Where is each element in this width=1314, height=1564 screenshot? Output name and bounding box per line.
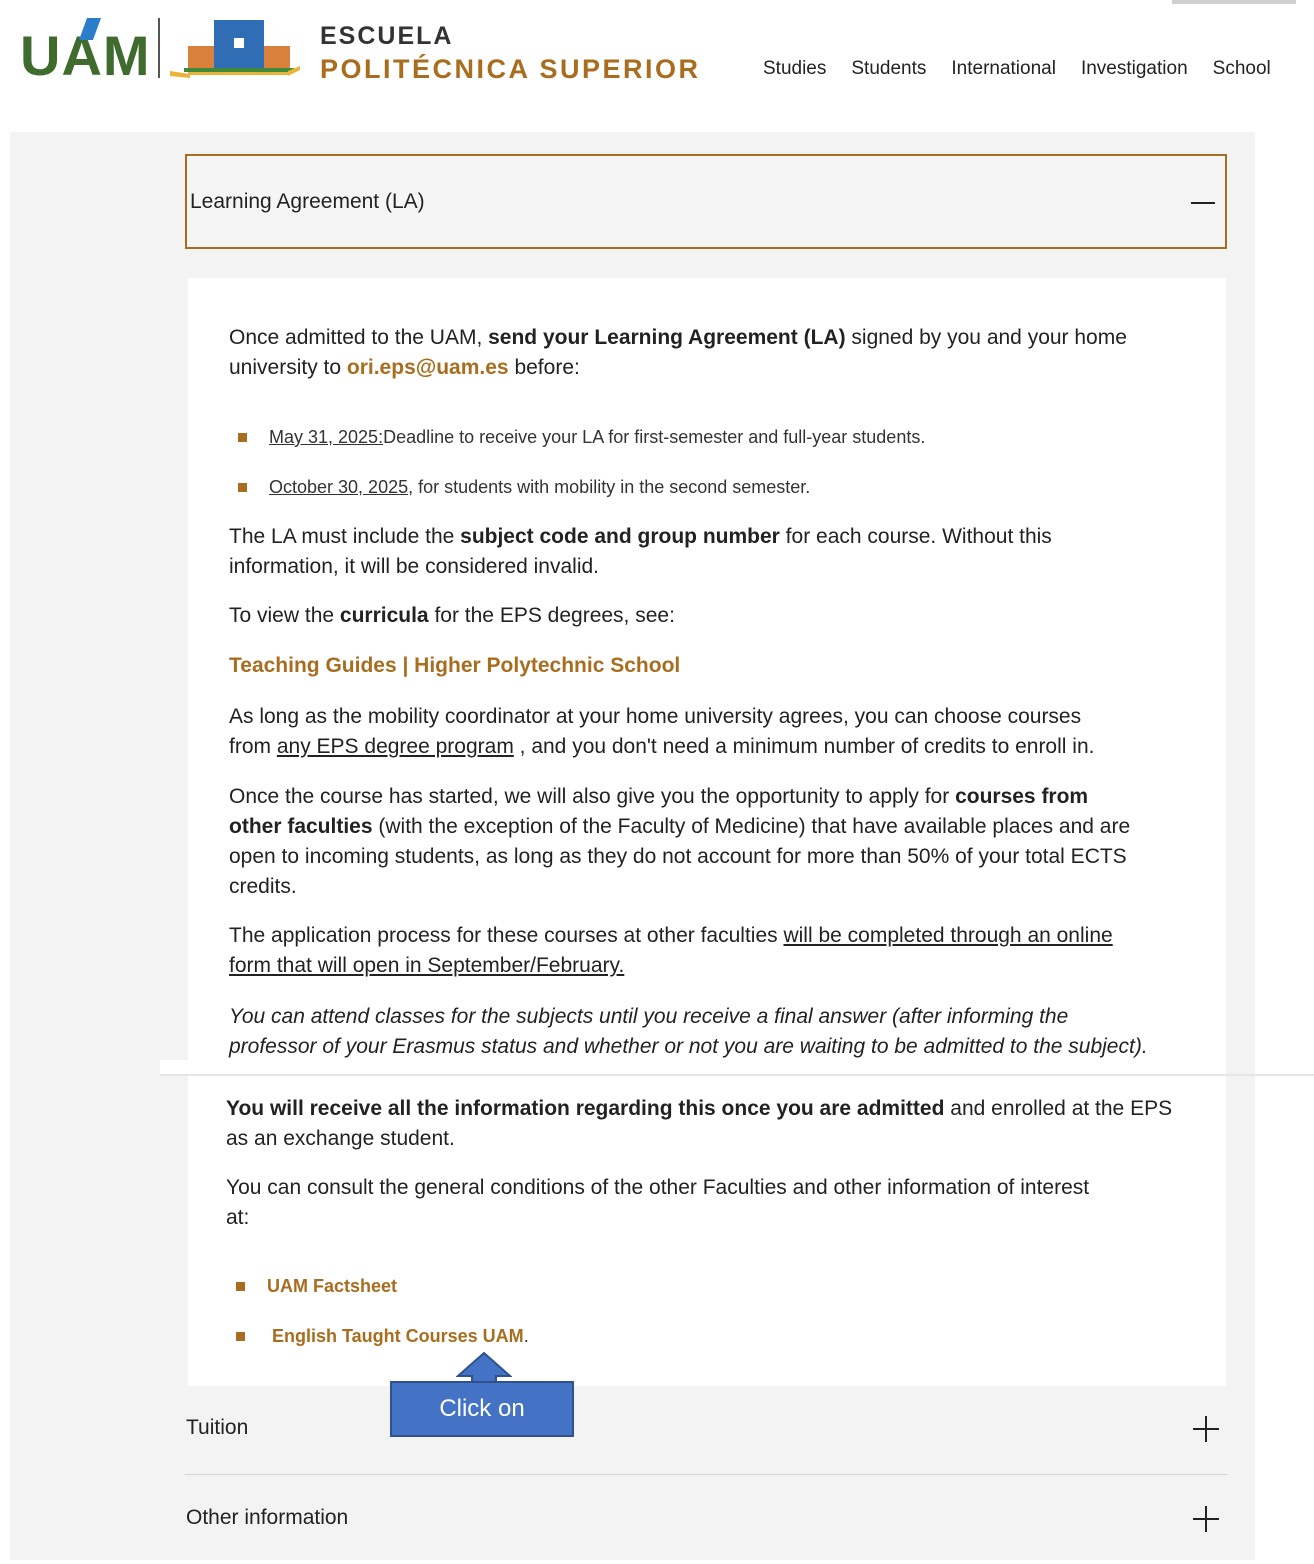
school-name-line2: POLITÉCNICA SUPERIOR: [320, 54, 701, 84]
text: The LA must include the: [229, 525, 461, 548]
text: To view the: [229, 604, 340, 627]
mobility-paragraph: As long as the mobility coordinator at y…: [229, 702, 1229, 762]
text: credits.: [229, 875, 297, 898]
bullet-square-icon: [236, 1281, 245, 1291]
uam-factsheet-link[interactable]: UAM Factsheet: [267, 1274, 397, 1298]
curricula-paragraph: To view the curricula for the EPS degree…: [229, 601, 675, 631]
consult-paragraph: You can consult the general conditions o…: [226, 1173, 1226, 1233]
list-item: October 30, 2025 , for students with mob…: [238, 475, 810, 499]
text: (with the exception of the Faculty of Me…: [372, 815, 1131, 838]
main-nav: Studies Students International Investiga…: [763, 58, 1271, 80]
click-on-callout: Click on: [390, 1381, 574, 1437]
text: information, it will be considered inval…: [229, 555, 600, 578]
text-bold: send your Learning Agreement (LA): [488, 326, 846, 349]
expand-plus-icon[interactable]: [1193, 1506, 1219, 1532]
text: university to: [229, 356, 347, 379]
callout-up-arrow-icon: [456, 1352, 512, 1384]
accordion-header-tuition[interactable]: Tuition: [185, 1386, 1227, 1475]
expand-plus-icon[interactable]: [1193, 1416, 1219, 1442]
text: at:: [226, 1206, 250, 1229]
text: professor of your Erasmus status and whe…: [229, 1035, 1148, 1058]
text: Deadline to receive your LA for first-se…: [383, 427, 926, 447]
school-name-line1: ESCUELA: [320, 22, 454, 50]
text: for the EPS degrees, see:: [428, 604, 675, 627]
accordion-title: Learning Agreement (LA): [190, 190, 425, 213]
online-form-link[interactable]: form that will open in September/Februar…: [229, 954, 624, 977]
accordion-title: Other information: [186, 1506, 349, 1529]
teaching-guides-link[interactable]: Teaching Guides | Higher Polytechnic Sch…: [229, 651, 680, 681]
text: You can consult the general conditions o…: [226, 1176, 1090, 1199]
text: , and you don't need a minimum number of…: [513, 735, 1095, 758]
nav-investigation[interactable]: Investigation: [1081, 58, 1188, 80]
text: before:: [514, 356, 580, 379]
text-bold: subject code and group number: [460, 525, 780, 548]
accordion-header-other-information[interactable]: Other information: [185, 1476, 1227, 1564]
text: You can attend classes for the subjects …: [229, 1005, 1069, 1028]
top-tab-indicator: [1172, 0, 1296, 4]
deadline-date-link[interactable]: May 31, 2025:: [269, 425, 383, 449]
other-faculties-paragraph: Once the course has started, we will als…: [229, 782, 1229, 902]
text: , for students with mobility in the seco…: [408, 477, 811, 497]
email-link[interactable]: ori.eps@uam.es: [347, 356, 509, 379]
bullet-square-icon: [236, 1331, 245, 1341]
accordion-header-learning-agreement[interactable]: Learning Agreement (LA): [185, 154, 1227, 249]
bullet-square-icon: [238, 482, 247, 492]
text: Once admitted to the UAM,: [229, 326, 489, 349]
bullet-square-icon: [238, 432, 247, 442]
online-form-link[interactable]: will be completed through an online: [783, 924, 1112, 947]
text: signed by you and your home: [845, 326, 1127, 349]
nav-school[interactable]: School: [1213, 58, 1271, 80]
eps-degree-link[interactable]: any EPS degree program: [277, 735, 514, 758]
list-item: May 31, 2025: Deadline to receive your L…: [238, 425, 925, 449]
application-paragraph: The application process for these course…: [229, 921, 1229, 981]
text: from: [229, 735, 277, 758]
text-bold: other faculties: [229, 815, 373, 838]
list-item: English Taught Courses UAM .: [236, 1324, 529, 1348]
text-bold: You will receive all the information reg…: [226, 1097, 945, 1120]
nav-international[interactable]: International: [951, 58, 1056, 80]
text: As long as the mobility coordinator at y…: [229, 705, 1082, 728]
list-item: UAM Factsheet: [236, 1274, 397, 1298]
text: .: [523, 1326, 529, 1346]
site-header: UAM ESCUELA POLITÉCNICA SUPERIOR Studies…: [0, 0, 1314, 130]
screenshot-seam: [160, 1074, 1314, 1076]
nav-studies[interactable]: Studies: [763, 58, 826, 80]
logo-divider: [158, 18, 160, 78]
eps-building-logo[interactable]: [170, 16, 300, 82]
receive-paragraph: You will receive all the information reg…: [226, 1094, 1226, 1154]
text: open to incoming students, as long as th…: [229, 845, 1127, 868]
collapse-minus-icon[interactable]: [1191, 202, 1215, 204]
intro-paragraph: Once admitted to the UAM, send your Lear…: [229, 323, 1219, 383]
text: Once the course has started, we will als…: [229, 785, 956, 808]
text-bold: courses from: [955, 785, 1089, 808]
text-bold: curricula: [339, 604, 429, 627]
text: for each course. Without this: [779, 525, 1052, 548]
text: and enrolled at the EPS: [944, 1097, 1173, 1120]
accordion-title: Tuition: [186, 1416, 249, 1439]
text: as an exchange student.: [226, 1127, 455, 1150]
text: The application process for these course…: [229, 924, 784, 947]
deadline-date-link[interactable]: October 30, 2025: [269, 475, 408, 499]
attend-paragraph: You can attend classes for the subjects …: [229, 1002, 1229, 1062]
english-taught-courses-link[interactable]: English Taught Courses UAM: [272, 1324, 524, 1348]
la-include-paragraph: The LA must include the subject code and…: [229, 522, 1219, 582]
nav-students[interactable]: Students: [851, 58, 926, 80]
